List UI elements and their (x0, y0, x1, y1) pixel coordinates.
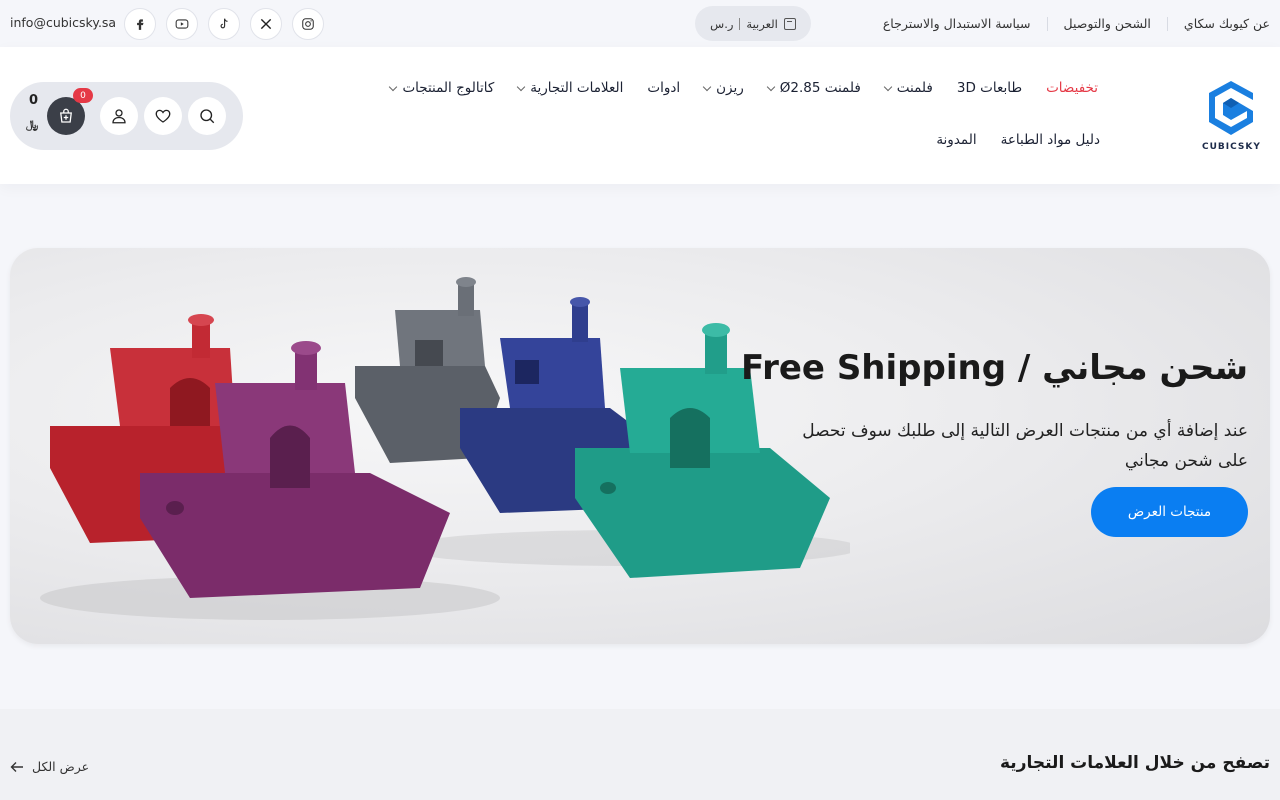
top-bar: عن كيوبك سكاي الشحن والتوصيل سياسة الاست… (0, 0, 1280, 47)
hero-description: عند إضافة أي من منتجات العرض التالية إلى… (802, 421, 1248, 471)
hero-banner: شحن مجاني / Free Shipping عند إضافة أي م… (10, 248, 1270, 644)
youtube-icon[interactable] (166, 8, 198, 40)
nav-label: ادوات (647, 80, 681, 96)
facebook-icon[interactable] (124, 8, 156, 40)
search-icon (200, 109, 215, 124)
view-all-link[interactable]: عرض الكل (10, 759, 89, 774)
nav-item-sale[interactable]: تخفيضات (1034, 80, 1112, 96)
chevron-down-icon (883, 82, 893, 91)
cart-count-badge: 0 (73, 88, 93, 103)
language-currency-switcher[interactable]: ر.س العربية (695, 6, 811, 41)
heart-icon (155, 109, 171, 123)
nav-item-tools[interactable]: ادوات (635, 80, 692, 96)
nav-label: العلامات التجارية (530, 80, 624, 96)
tiktok-icon[interactable] (208, 8, 240, 40)
logo-text: CUBICSKY (1202, 142, 1261, 152)
hero-title: شحن مجاني / Free Shipping (741, 348, 1248, 388)
social-links (124, 8, 324, 40)
x-icon[interactable] (250, 8, 282, 40)
chevron-down-icon (517, 82, 526, 91)
view-all-label: عرض الكل (32, 759, 90, 774)
cart-total: 0 (29, 93, 39, 108)
divider (739, 17, 741, 30)
hero-image-3d-boats (40, 277, 850, 620)
translate-icon (783, 17, 796, 30)
contact-email[interactable]: info@cubicsky.sa (10, 15, 116, 30)
about-link[interactable]: عن كيوبك سكاي (1166, 16, 1270, 31)
nav-item-brands[interactable]: العلامات التجارية (506, 80, 635, 96)
user-icon (112, 109, 126, 124)
arrow-left-icon (10, 761, 23, 772)
secondary-nav: دليل مواد الطباعة المدونة (924, 132, 1112, 148)
top-links: عن كيوبك سكاي الشحن والتوصيل سياسة الاست… (867, 0, 1270, 47)
nav-item-resin[interactable]: ريزن (692, 80, 756, 96)
nav-item-filament[interactable]: فلمنت (873, 80, 945, 96)
chevron-down-icon (766, 82, 775, 91)
nav-label: طابعات 3D (956, 80, 1023, 96)
cart-icon (60, 108, 72, 123)
chevron-down-icon (702, 82, 712, 91)
nav-label: فلمنت Ø2.85 (779, 80, 861, 96)
search-button[interactable] (188, 97, 226, 135)
nav-label: كاتالوج المنتجات (402, 80, 495, 96)
wishlist-button[interactable] (144, 97, 182, 135)
currency-label: ر.س (710, 16, 734, 31)
nav-label: دليل مواد الطباعة (1000, 132, 1100, 148)
currency-symbol: ﷼ (26, 118, 39, 131)
account-button[interactable] (100, 97, 138, 135)
returns-policy-link[interactable]: سياسة الاستبدال والاسترجاع (867, 16, 1047, 31)
instagram-icon[interactable] (292, 8, 324, 40)
offer-products-button[interactable]: منتجات العرض (1091, 487, 1248, 537)
nav-item-catalog[interactable]: كاتالوج المنتجات (378, 80, 506, 96)
nav-label: فلمنت (896, 80, 933, 96)
nav-label: تخفيضات (1046, 80, 1098, 96)
brands-section: تصفح من خلال العلامات التجارية عرض الكل (0, 709, 1280, 800)
nav-item-materials-guide[interactable]: دليل مواد الطباعة (989, 132, 1112, 148)
chevron-down-icon (389, 82, 398, 91)
nav-item-blog[interactable]: المدونة (924, 132, 988, 148)
nav-item-3d-printers[interactable]: طابعات 3D (945, 80, 1034, 96)
header-tools: 0 ﷼ 0 (10, 82, 243, 150)
shipping-link[interactable]: الشحن والتوصيل (1046, 16, 1167, 31)
section-title: تصفح من خلال العلامات التجارية (1000, 753, 1270, 773)
nav-label: ريزن (716, 80, 744, 96)
cubicsky-logo-icon (1209, 81, 1253, 135)
nav-item-filament-285[interactable]: فلمنت Ø2.85 (756, 80, 873, 96)
main-nav: تخفيضات طابعات 3D فلمنت فلمنت Ø2.85 ريزن… (378, 80, 1112, 96)
language-label: العربية (746, 16, 778, 31)
nav-label: المدونة (936, 132, 977, 148)
site-logo[interactable]: CUBICSKY (1202, 78, 1260, 158)
